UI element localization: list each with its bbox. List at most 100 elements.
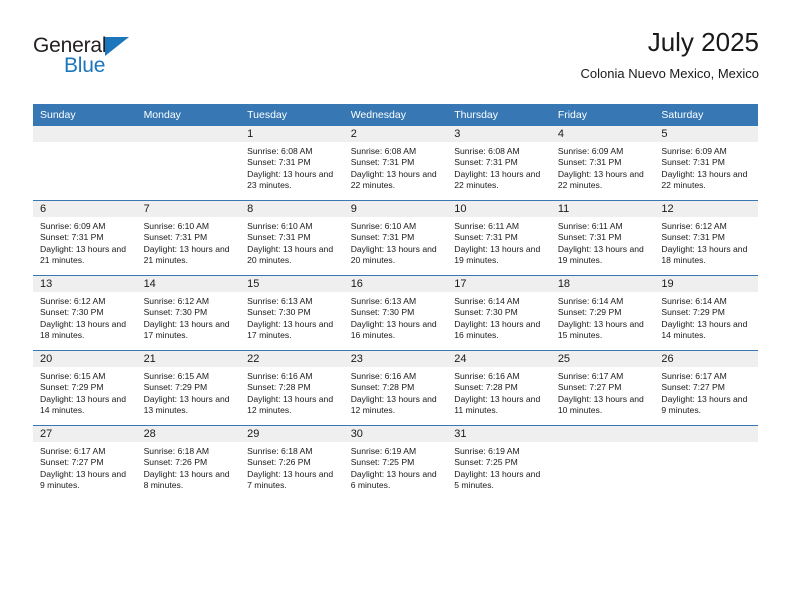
page-title: July 2025 [647, 27, 759, 57]
calendar-week-row: 6 Sunrise: 6:09 AM Sunset: 7:31 PM Daylight… [33, 200, 758, 276]
daylight-text: Daylight: 13 hours and 18 minutes. [40, 318, 126, 340]
calendar-day-cell[interactable]: 8 Sunrise: 6:10 AM Sunset: 7:31 PM Daylight… [240, 200, 344, 276]
day-details: Sunrise: 6:09 AM Sunset: 7:31 PM Daylight:… [654, 142, 758, 191]
generalblue-logo[interactable]: General Blue [33, 34, 253, 90]
day-number: 14 [136, 276, 241, 292]
sunrise-text: Sunrise: 6:08 AM [454, 146, 520, 156]
day-number: 8 [240, 201, 344, 217]
calendar-day-cell[interactable]: 7 Sunrise: 6:10 AM Sunset: 7:31 PM Daylight… [136, 200, 241, 276]
daylight-text: Daylight: 13 hours and 16 minutes. [454, 318, 541, 340]
day-details: Sunrise: 6:18 AM Sunset: 7:26 PM Daylight:… [137, 442, 241, 491]
calendar-day-cell[interactable]: 21 Sunrise: 6:15 AM Sunset: 7:29 PM Dayligh… [136, 350, 241, 426]
day-details: Sunrise: 6:12 AM Sunset: 7:31 PM Daylight:… [654, 217, 758, 266]
calendar-day-cell[interactable]: 4 Sunrise: 6:09 AM Sunset: 7:31 PM Daylight… [550, 126, 655, 201]
day-details: Sunrise: 6:11 AM Sunset: 7:31 PM Daylight:… [447, 217, 551, 266]
calendar-day-cell[interactable]: 26 Sunrise: 6:17 AM Sunset: 7:27 PM Dayligh… [654, 350, 758, 426]
calendar-day-cell[interactable]: 20 Sunrise: 6:15 AM Sunset: 7:29 PM Dayligh… [33, 350, 137, 426]
calendar-day-cell[interactable]: 22 Sunrise: 6:16 AM Sunset: 7:28 PM Dayligh… [240, 350, 344, 426]
calendar-day-cell[interactable]: 12 Sunrise: 6:12 AM Sunset: 7:31 PM Dayligh… [654, 200, 758, 276]
daylight-text: Daylight: 13 hours and 19 minutes. [557, 243, 644, 265]
day-number: 16 [343, 276, 448, 292]
daylight-text: Daylight: 13 hours and 21 minutes. [143, 243, 230, 265]
daylight-text: Daylight: 13 hours and 8 minutes. [143, 468, 230, 490]
calendar-day-cell[interactable]: 15 Sunrise: 6:13 AM Sunset: 7:30 PM Dayligh… [240, 275, 344, 351]
calendar-day-cell[interactable]: 19 Sunrise: 6:14 AM Sunset: 7:29 PM Dayligh… [654, 275, 758, 351]
calendar-day-cell[interactable]: 2 Sunrise: 6:08 AM Sunset: 7:31 PM Daylight… [343, 126, 448, 201]
daylight-text: Daylight: 13 hours and 19 minutes. [454, 243, 541, 265]
calendar-day-cell[interactable]: 17 Sunrise: 6:14 AM Sunset: 7:30 PM Dayligh… [447, 275, 551, 351]
sunrise-text: Sunrise: 6:18 AM [143, 446, 210, 456]
calendar-day-cell[interactable]: 5 Sunrise: 6:09 AM Sunset: 7:31 PM Daylight… [654, 126, 758, 201]
calendar-week-row: 27 Sunrise: 6:17 AM Sunset: 7:27 PM Dayligh… [33, 425, 758, 500]
sunset-text: Sunset: 7:31 PM [40, 232, 104, 243]
daylight-text: Daylight: 13 hours and 6 minutes. [350, 468, 437, 490]
sunset-text: Sunset: 7:25 PM [454, 457, 518, 468]
weekday-header-tuesday: Tuesday [240, 104, 344, 126]
daylight-text: Daylight: 13 hours and 11 minutes. [454, 393, 541, 415]
sunrise-text: Sunrise: 6:14 AM [661, 296, 727, 306]
day-details: Sunrise: 6:17 AM Sunset: 7:27 PM Daylight:… [33, 442, 137, 491]
daylight-text: Daylight: 13 hours and 5 minutes. [454, 468, 541, 490]
daylight-text: Daylight: 13 hours and 22 minutes. [661, 168, 748, 190]
day-number: 21 [136, 351, 241, 367]
calendar-day-cell[interactable]: 11 Sunrise: 6:11 AM Sunset: 7:31 PM Dayligh… [550, 200, 655, 276]
sunrise-text: Sunrise: 6:15 AM [143, 371, 210, 381]
day-details: Sunrise: 6:08 AM Sunset: 7:31 PM Daylight:… [447, 142, 551, 191]
sunset-text: Sunset: 7:29 PM [143, 382, 208, 393]
calendar-table: Sunday Monday Tuesday Wednesday Thursday… [33, 104, 758, 500]
sunrise-text: Sunrise: 6:12 AM [143, 296, 210, 306]
daylight-text: Daylight: 13 hours and 7 minutes. [247, 468, 334, 490]
day-number: 26 [654, 351, 758, 367]
sunset-text: Sunset: 7:28 PM [247, 382, 311, 393]
calendar-day-cell[interactable]: 23 Sunrise: 6:16 AM Sunset: 7:28 PM Dayligh… [343, 350, 448, 426]
calendar-day-cell[interactable]: 1 Sunrise: 6:08 AM Sunset: 7:31 PM Daylight… [240, 126, 344, 201]
calendar-day-cell[interactable]: 24 Sunrise: 6:16 AM Sunset: 7:28 PM Dayligh… [447, 350, 551, 426]
day-details: Sunrise: 6:08 AM Sunset: 7:31 PM Daylight:… [344, 142, 448, 191]
day-details: Sunrise: 6:14 AM Sunset: 7:29 PM Daylight:… [551, 292, 655, 341]
sunset-text: Sunset: 7:31 PM [557, 157, 622, 168]
sunrise-text: Sunrise: 6:09 AM [661, 146, 727, 156]
daylight-text: Daylight: 13 hours and 20 minutes. [350, 243, 437, 265]
calendar-page: General Blue July 2025 Colonia Nuevo Mex… [0, 0, 792, 612]
calendar-day-cell[interactable]: 16 Sunrise: 6:13 AM Sunset: 7:30 PM Dayligh… [343, 275, 448, 351]
day-number: 17 [447, 276, 551, 292]
calendar-day-cell[interactable]: 31 Sunrise: 6:19 AM Sunset: 7:25 PM Dayligh… [447, 425, 551, 500]
daylight-text: Daylight: 13 hours and 20 minutes. [247, 243, 334, 265]
calendar-day-cell[interactable]: 30 Sunrise: 6:19 AM Sunset: 7:25 PM Dayligh… [343, 425, 448, 500]
calendar-day-cell[interactable]: 13 Sunrise: 6:12 AM Sunset: 7:30 PM Dayligh… [33, 275, 137, 351]
sunrise-text: Sunrise: 6:19 AM [350, 446, 417, 456]
calendar-day-cell[interactable]: 3 Sunrise: 6:08 AM Sunset: 7:31 PM Daylight… [447, 126, 551, 201]
sunset-text: Sunset: 7:27 PM [40, 457, 104, 468]
calendar-week-row: 13 Sunrise: 6:12 AM Sunset: 7:30 PM Dayligh… [33, 275, 758, 351]
sunset-text: Sunset: 7:31 PM [557, 232, 622, 243]
sunrise-text: Sunrise: 6:11 AM [454, 221, 520, 231]
sunrise-text: Sunrise: 6:16 AM [454, 371, 520, 381]
sunrise-text: Sunrise: 6:17 AM [40, 446, 106, 456]
day-details: Sunrise: 6:12 AM Sunset: 7:30 PM Daylight:… [137, 292, 241, 341]
calendar-day-cell[interactable]: 6 Sunrise: 6:09 AM Sunset: 7:31 PM Daylight… [33, 200, 137, 276]
sunset-text: Sunset: 7:26 PM [247, 457, 311, 468]
calendar-week-row: 20 Sunrise: 6:15 AM Sunset: 7:29 PM Dayligh… [33, 350, 758, 426]
day-number: 23 [343, 351, 448, 367]
sunset-text: Sunset: 7:31 PM [661, 232, 725, 243]
sunset-text: Sunset: 7:30 PM [247, 307, 311, 318]
calendar-day-cell[interactable]: 25 Sunrise: 6:17 AM Sunset: 7:27 PM Dayligh… [550, 350, 655, 426]
sunset-text: Sunset: 7:31 PM [143, 232, 208, 243]
day-number: 6 [33, 201, 137, 217]
sunrise-text: Sunrise: 6:10 AM [247, 221, 313, 231]
calendar-day-cell[interactable]: 9 Sunrise: 6:10 AM Sunset: 7:31 PM Daylight… [343, 200, 448, 276]
sunset-text: Sunset: 7:31 PM [661, 157, 725, 168]
calendar-day-cell[interactable]: 28 Sunrise: 6:18 AM Sunset: 7:26 PM Dayligh… [136, 425, 241, 500]
daylight-text: Daylight: 13 hours and 9 minutes. [40, 468, 126, 490]
calendar-day-cell[interactable]: 14 Sunrise: 6:12 AM Sunset: 7:30 PM Dayligh… [136, 275, 241, 351]
day-details: Sunrise: 6:14 AM Sunset: 7:29 PM Daylight:… [654, 292, 758, 341]
day-number: 9 [343, 201, 448, 217]
day-number: 11 [550, 201, 655, 217]
calendar-day-cell[interactable]: 10 Sunrise: 6:11 AM Sunset: 7:31 PM Dayligh… [447, 200, 551, 276]
sunset-text: Sunset: 7:28 PM [350, 382, 415, 393]
calendar-day-cell[interactable]: 27 Sunrise: 6:17 AM Sunset: 7:27 PM Dayligh… [33, 425, 137, 500]
calendar-day-cell[interactable]: 18 Sunrise: 6:14 AM Sunset: 7:29 PM Dayligh… [550, 275, 655, 351]
calendar-day-cell[interactable]: 29 Sunrise: 6:18 AM Sunset: 7:26 PM Dayligh… [240, 425, 344, 500]
calendar-day-cell-empty [654, 425, 758, 500]
sunrise-text: Sunrise: 6:16 AM [350, 371, 417, 381]
